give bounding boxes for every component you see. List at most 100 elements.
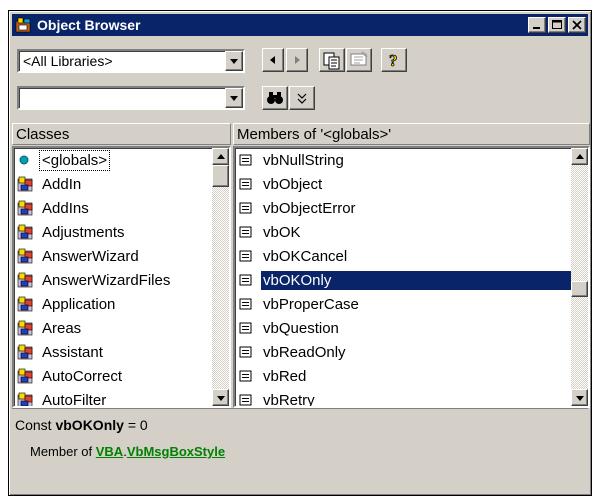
class-icon — [15, 367, 37, 385]
globals-icon — [15, 151, 37, 169]
arrow-up-icon — [217, 154, 225, 159]
constant-icon — [236, 367, 258, 385]
show-hide-search-results-button[interactable] — [289, 86, 315, 110]
object-browser-window: Object Browser <All Libraries> ? Classes… — [8, 10, 592, 496]
member-item[interactable]: vbOK — [235, 220, 588, 244]
member-item[interactable]: vbObject — [235, 172, 588, 196]
go-back-button[interactable] — [262, 48, 284, 72]
member-item-label: vbRed — [263, 367, 307, 385]
search-button[interactable] — [262, 86, 288, 110]
member-item[interactable]: vbQuestion — [235, 316, 588, 340]
library-combo-value: <All Libraries> — [23, 53, 113, 69]
member-item[interactable]: vbNullString — [235, 148, 588, 172]
minimize-button[interactable] — [528, 17, 546, 33]
class-item-label: AnswerWizard — [42, 247, 139, 265]
arrow-down-icon — [217, 396, 225, 401]
member-item[interactable]: vbReadOnly — [235, 340, 588, 364]
minimize-icon — [533, 27, 540, 29]
arrow-left-icon — [270, 56, 275, 64]
arrow-up-icon — [576, 154, 584, 159]
window-title: Object Browser — [37, 17, 141, 33]
member-item-label: vbOKOnly — [261, 270, 577, 290]
class-icon — [15, 223, 37, 241]
class-item-label: AddIn — [42, 175, 82, 193]
member-item-label: vbReadOnly — [263, 343, 346, 361]
member-item[interactable]: vbOKCancel — [235, 244, 588, 268]
search-dropdown-button[interactable] — [225, 88, 243, 108]
constant-icon — [236, 247, 258, 265]
help-icon: ? — [389, 51, 398, 71]
class-item[interactable]: AnswerWizard — [14, 244, 229, 268]
member-item[interactable]: vbRetry — [235, 388, 588, 406]
constant-icon — [236, 343, 258, 361]
scroll-thumb[interactable] — [571, 281, 588, 297]
class-item[interactable]: <globals> — [14, 148, 229, 172]
class-icon — [15, 295, 37, 313]
class-icon — [15, 343, 37, 361]
member-item[interactable]: vbProperCase — [235, 292, 588, 316]
constant-icon — [236, 391, 258, 406]
scroll-up-button[interactable] — [212, 148, 229, 165]
member-item-label: vbProperCase — [263, 295, 359, 313]
member-item-label: vbOK — [263, 223, 301, 241]
members-header: Members of '<globals>' — [233, 123, 590, 145]
classes-rows: <globals> AddIn AddIns Adjustments Answe… — [14, 148, 229, 406]
class-item[interactable]: AnswerWizardFiles — [14, 268, 229, 292]
go-forward-button[interactable] — [286, 48, 308, 72]
members-list[interactable]: vbNullString vbObject vbObjectError vbOK… — [233, 146, 590, 408]
declaration-name: vbOKOnly — [55, 417, 124, 433]
search-combo[interactable] — [17, 86, 245, 110]
arrow-right-icon — [295, 56, 300, 64]
scroll-down-button[interactable] — [212, 389, 229, 406]
class-item-label: <globals> — [38, 149, 111, 171]
class-icon — [15, 175, 37, 193]
copy-icon — [323, 52, 340, 70]
class-link[interactable]: VbMsgBoxStyle — [127, 444, 225, 459]
help-button[interactable]: ? — [381, 48, 407, 72]
copy-button[interactable] — [319, 48, 345, 72]
class-item-label: Adjustments — [42, 223, 125, 241]
title-bar[interactable]: Object Browser — [12, 14, 588, 36]
class-icon — [15, 391, 37, 406]
member-item[interactable]: vbObjectError — [235, 196, 588, 220]
maximize-button[interactable] — [548, 17, 566, 33]
chevron-down-icon — [230, 59, 238, 64]
member-item-label: vbOKCancel — [263, 247, 348, 265]
member-item-label: vbObjectError — [263, 199, 356, 217]
view-definition-icon — [350, 51, 368, 66]
constant-icon — [236, 319, 258, 337]
class-item[interactable]: AddIn — [14, 172, 229, 196]
members-scrollbar[interactable] — [571, 148, 588, 406]
class-item-label: AnswerWizardFiles — [42, 271, 171, 289]
maximize-icon — [552, 20, 562, 29]
class-item[interactable]: Assistant — [14, 340, 229, 364]
constant-icon — [236, 151, 258, 169]
class-item-label: Assistant — [42, 343, 103, 361]
library-dropdown-button[interactable] — [225, 51, 243, 71]
object-browser-icon — [15, 17, 33, 33]
classes-list[interactable]: <globals> AddIn AddIns Adjustments Answe… — [12, 146, 231, 408]
member-item[interactable]: vbRed — [235, 364, 588, 388]
scroll-up-button[interactable] — [571, 148, 588, 165]
classes-scrollbar[interactable] — [212, 148, 229, 406]
class-item[interactable]: Adjustments — [14, 220, 229, 244]
class-item[interactable]: AddIns — [14, 196, 229, 220]
class-item[interactable]: AutoFilter — [14, 388, 229, 406]
class-item[interactable]: AutoCorrect — [14, 364, 229, 388]
scroll-down-button[interactable] — [571, 389, 588, 406]
arrow-down-icon — [576, 396, 584, 401]
close-button[interactable] — [568, 17, 586, 33]
library-link[interactable]: VBA — [96, 444, 123, 459]
class-item-label: Application — [42, 295, 116, 313]
member-of-label: Member of — [30, 444, 96, 459]
library-combo[interactable]: <All Libraries> — [17, 49, 245, 73]
member-item-label: vbNullString — [263, 151, 344, 169]
scroll-thumb[interactable] — [212, 165, 229, 187]
view-definition-button[interactable] — [346, 48, 372, 72]
member-item-selected[interactable]: vbOKOnly — [235, 268, 588, 292]
class-item[interactable]: Application — [14, 292, 229, 316]
class-item[interactable]: Areas — [14, 316, 229, 340]
class-item-label: Areas — [42, 319, 82, 337]
class-icon — [15, 271, 37, 289]
class-icon — [15, 319, 37, 337]
